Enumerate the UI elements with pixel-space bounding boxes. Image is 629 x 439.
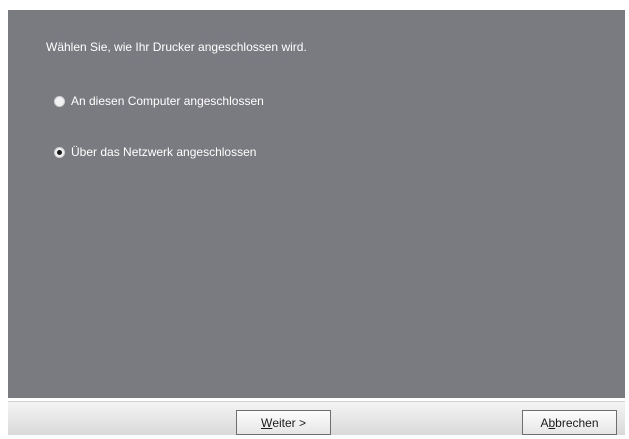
radio-label-local[interactable]: An diesen Computer angeschlossen [71, 94, 264, 108]
next-button[interactable]: Weiter > [236, 410, 331, 435]
content-panel: Wählen Sie, wie Ihr Drucker angeschlosse… [8, 10, 625, 398]
radio-option-local[interactable]: An diesen Computer angeschlossen [54, 94, 264, 108]
radio-option-network[interactable]: Über das Netzwerk angeschlossen [54, 145, 256, 159]
radio-button-local[interactable] [54, 95, 65, 107]
printer-connection-dialog: Wählen Sie, wie Ihr Drucker angeschlosse… [0, 0, 629, 439]
radio-button-network[interactable] [54, 146, 65, 158]
button-bar: Weiter > Ab brechen [8, 401, 625, 435]
next-button-label: eiter > [272, 415, 306, 430]
next-button-mnemonic: W [260, 415, 273, 430]
radio-label-network[interactable]: Über das Netzwerk angeschlossen [71, 145, 256, 159]
cancel-button[interactable]: Ab brechen [522, 410, 617, 435]
connection-prompt: Wählen Sie, wie Ihr Drucker angeschlosse… [46, 40, 307, 54]
cancel-button-mnemonic: b [548, 415, 556, 430]
cancel-button-label: brechen [555, 415, 599, 430]
cancel-button-prefix: A [540, 415, 549, 430]
